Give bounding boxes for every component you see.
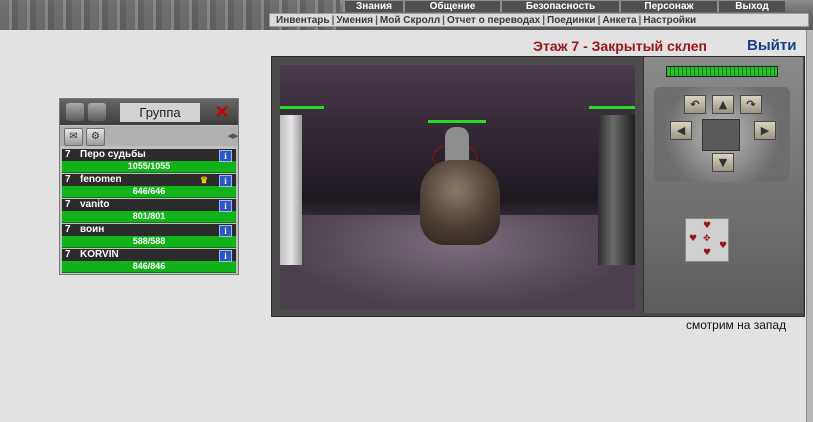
info-icon[interactable]: i: [219, 250, 232, 262]
sub-menu-item[interactable]: Инвентарь: [276, 15, 330, 26]
member-name[interactable]: воин: [80, 224, 104, 236]
group-member[interactable]: 7 KORVIN i 846/846: [62, 249, 236, 273]
member-level: 7: [65, 249, 71, 260]
top-menu-item[interactable]: Безопасность: [500, 1, 619, 12]
menu-separator: |: [442, 15, 445, 26]
group-settings-icon[interactable]: ⚙: [86, 128, 105, 146]
member-hp-bar: 646/646: [62, 186, 236, 198]
move-back-icon[interactable]: ▼: [712, 153, 734, 172]
top-menu-item[interactable]: Общение: [403, 1, 500, 12]
group-panel: Группа ✕ ✉ ⚙ ◂▸ 7 Перо судьбы i 1055/1055 7 f…: [59, 98, 239, 275]
left-character[interactable]: [280, 115, 302, 265]
group-header: Группа ✕: [60, 99, 238, 125]
group-mail-icon[interactable]: ✉: [64, 128, 83, 146]
group-member[interactable]: 7 воин i 588/588: [62, 224, 236, 248]
close-icon[interactable]: ✕: [212, 102, 232, 122]
top-menu-item[interactable]: Знания: [343, 1, 403, 12]
strafe-left-icon[interactable]: ↶: [684, 95, 706, 114]
member-hp-bar: 1055/1055: [62, 161, 236, 173]
group-member[interactable]: 7 vanito i 801/801: [62, 199, 236, 223]
refresh-timer-fill: [667, 67, 777, 76]
group-emblem-icon: [66, 103, 84, 121]
member-row[interactable]: 7 vanito i: [62, 199, 236, 212]
group-toolbar: ✉ ⚙ ◂▸: [60, 126, 239, 146]
sub-menu-item[interactable]: Анкета: [602, 15, 636, 26]
member-name[interactable]: vanito: [80, 199, 109, 211]
info-icon[interactable]: i: [219, 200, 232, 212]
refresh-icon[interactable]: [702, 119, 740, 151]
member-row[interactable]: 7 Перо судьбы i: [62, 149, 236, 162]
collapse-arrows-icon[interactable]: ◂▸: [223, 129, 243, 143]
view-direction-text: смотрим на запад: [686, 318, 787, 332]
minimap-marker-icon: ♥: [689, 234, 698, 244]
ghoul-monster[interactable]: [420, 160, 500, 245]
member-level: 7: [65, 149, 71, 160]
location-title: Этаж 7 - Закрытый склеп: [533, 38, 707, 54]
member-name[interactable]: KORVIN: [80, 249, 119, 261]
member-name[interactable]: fenomen: [80, 174, 122, 186]
leader-crown-icon: ♛: [200, 175, 209, 185]
sub-menu-item[interactable]: Отчет о переводах: [447, 15, 540, 26]
info-icon[interactable]: i: [219, 225, 232, 237]
member-row[interactable]: 7 fenomen ♛ i: [62, 174, 236, 187]
member-level: 7: [65, 174, 71, 185]
top-menu-item[interactable]: Выход: [717, 1, 785, 12]
member-row[interactable]: 7 KORVIN i: [62, 249, 236, 262]
member-hp-bar: 846/846: [62, 261, 236, 273]
move-forward-icon[interactable]: ▲: [712, 95, 734, 114]
monster-health-bar: [428, 120, 486, 123]
minimap-marker-icon: ♥: [719, 241, 728, 251]
sub-menu-item[interactable]: Настройки: [643, 15, 696, 26]
refresh-timer-bar: [666, 66, 778, 77]
info-icon[interactable]: i: [219, 175, 232, 187]
member-row[interactable]: 7 воин i: [62, 224, 236, 237]
navigation-panel: ▲ ◀ ▶ ▼ ↶ ↷ ♥ ♥ ✥ ♥ ♥: [643, 57, 803, 313]
sub-menu-item[interactable]: Умения: [336, 15, 373, 26]
group-title: Группа: [120, 103, 200, 122]
top-banner: Знания Общение Безопасность Персонаж Выход И…: [0, 0, 813, 30]
member-name[interactable]: Перо судьбы: [80, 149, 146, 161]
menu-separator: |: [542, 15, 546, 26]
player-position-icon: ✥: [703, 234, 711, 244]
page-scrollbar[interactable]: [806, 30, 813, 422]
group-member[interactable]: 7 Перо судьбы i 1055/1055: [62, 149, 236, 173]
sub-menu-item[interactable]: Поединки: [547, 15, 596, 26]
member-hp-bar: 588/588: [62, 236, 236, 248]
member-hp-bar: 801/801: [62, 211, 236, 223]
group-emblem-icon: [88, 103, 106, 121]
group-member[interactable]: 7 fenomen ♛ i 646/646: [62, 174, 236, 198]
member-level: 7: [65, 199, 71, 210]
menu-separator: |: [375, 15, 378, 26]
logout-link[interactable]: Выйти: [747, 37, 796, 54]
turn-left-icon[interactable]: ◀: [670, 121, 692, 140]
right-character-health-bar: [589, 106, 635, 109]
strafe-right-icon[interactable]: ↷: [740, 95, 762, 114]
minimap: ♥ ♥ ✥ ♥ ♥: [685, 218, 729, 262]
top-menu-item[interactable]: Персонаж: [619, 1, 717, 12]
turn-right-icon[interactable]: ▶: [754, 121, 776, 140]
info-icon[interactable]: i: [219, 150, 232, 162]
left-character-health-bar: [280, 106, 324, 109]
navigation-compass: ▲ ◀ ▶ ▼ ↶ ↷: [654, 87, 790, 182]
sub-menu-item[interactable]: Мой Скролл: [380, 15, 440, 26]
sub-menu: Инвентарь | Умения | Мой Скролл | Отчет о пере…: [269, 13, 809, 27]
minimap-marker-icon: ♥: [703, 221, 712, 231]
top-menu: Знания Общение Безопасность Персонаж Выход: [343, 1, 785, 12]
right-character[interactable]: [598, 115, 635, 265]
member-level: 7: [65, 224, 71, 235]
dungeon-scene[interactable]: [280, 65, 635, 310]
minimap-marker-icon: ♥: [703, 248, 712, 258]
